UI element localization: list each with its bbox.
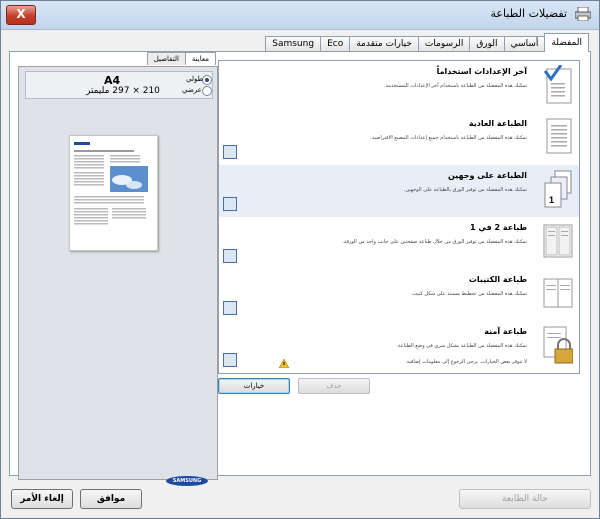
favorite-title: الطباعة على وجهين: [447, 171, 527, 180]
page-preview: [69, 135, 158, 251]
favorite-title: طباعة الكتيبات: [468, 275, 527, 284]
favorite-description: تمكنك هذه المفضلة من الطباعة باستخدام جم…: [370, 135, 527, 141]
favorite-item-normal[interactable]: الطباعة العادية تمكنك هذه المفضلة من الط…: [219, 113, 579, 165]
edit-icon[interactable]: [223, 197, 237, 211]
preview-box: A4 210 × 297 مليمتر طولي عرضي SAMSUNG: [18, 66, 218, 486]
favorite-description: تمكنك هذه المفضلة من توفير الورق من خلال…: [342, 239, 527, 245]
tab-samsung[interactable]: Samsung: [265, 36, 322, 52]
favorite-description: تمكنك هذه المفضلة من توفير الورق بالطباع…: [403, 187, 527, 193]
lock-icon: [543, 326, 573, 364]
tab-basic[interactable]: أساسي: [503, 36, 546, 52]
favorite-title: طباعة آمنة: [484, 327, 527, 336]
edit-icon[interactable]: [223, 353, 237, 367]
edit-icon[interactable]: [223, 249, 237, 263]
favorite-item-duplex[interactable]: الطباعة على وجهين تمكنك هذه المفضلة من ت…: [219, 165, 579, 217]
tab-advanced[interactable]: خيارات متقدمة: [349, 36, 419, 52]
favorite-title: طباعة 2 في 1: [470, 223, 527, 232]
tab-paper[interactable]: الورق: [469, 36, 505, 52]
tab-panel: معاينة التفاصيل A4 210 × 297 مليمتر طولي…: [9, 51, 591, 486]
favorite-item-last-used[interactable]: آخر الإعدادات استخداماً تمكنك هذه المفضل…: [219, 61, 579, 113]
favorites-list[interactable]: آخر الإعدادات استخداماً تمكنك هذه المفضل…: [218, 60, 580, 374]
document-check-icon: [543, 65, 572, 104]
warning-icon: [279, 359, 289, 368]
svg-text:1: 1: [549, 195, 554, 205]
favorite-item-secure[interactable]: طباعة آمنة تمكنك هذه المفضلة من الطباعة …: [219, 321, 579, 373]
delete-button[interactable]: حذف: [298, 378, 370, 394]
tab-eco[interactable]: Eco: [320, 36, 351, 52]
printer-icon: [575, 7, 591, 21]
favorite-title: الطباعة العادية: [468, 119, 527, 128]
printer-status-button[interactable]: حالة الطابعة: [459, 489, 591, 509]
favorite-description: تمكنك هذه المفضلة من تخطيط مستند على شكل…: [410, 291, 527, 297]
tab-favorites[interactable]: المفضلة: [544, 33, 589, 52]
landscape-radio[interactable]: [202, 86, 212, 96]
favorite-description: تمكنك هذه المفضلة من الطباعة بشكل سري في…: [396, 343, 527, 349]
warning-text: لا تتوفر بعض الخيارات. يرجى الرجوع إلى م…: [405, 359, 527, 365]
printing-preferences-window: X تفضيلات الطباعة المفضلة أساسي الورق ال…: [0, 0, 600, 519]
duplex-pages-icon: 3 2 1: [544, 170, 572, 208]
tab-preview[interactable]: معاينة: [184, 52, 216, 65]
tab-bar: المفضلة أساسي الورق الرسومات خيارات متقد…: [265, 33, 589, 52]
document-icon: [546, 118, 572, 154]
paper-size: 210 × 297 مليمتر: [86, 86, 160, 96]
options-button[interactable]: خيارات: [218, 378, 290, 394]
tab-details[interactable]: التفاصيل: [146, 52, 186, 65]
portrait-label: طولي: [186, 75, 204, 83]
favorite-item-2up[interactable]: طباعة 2 في 1 تمكنك هذه المفضلة من توفير …: [219, 217, 579, 269]
edit-icon[interactable]: [223, 145, 237, 159]
page-thumbnail-graphic: [74, 142, 148, 225]
edit-icon[interactable]: [223, 301, 237, 315]
favorite-item-booklet[interactable]: طباعة الكتيبات تمكنك هذه المفضلة من تخطي…: [219, 269, 579, 321]
landscape-label: عرضي: [182, 86, 202, 94]
title-bar: X تفضيلات الطباعة: [1, 1, 599, 30]
samsung-logo: SAMSUNG: [166, 476, 208, 486]
window-title: تفضيلات الطباعة: [490, 7, 567, 20]
ok-button[interactable]: موافق: [80, 489, 142, 509]
paper-info: A4 210 × 297 مليمتر طولي عرضي: [25, 71, 213, 99]
close-button[interactable]: X: [6, 5, 36, 25]
booklet-icon: [543, 278, 573, 308]
portrait-radio[interactable]: [202, 75, 212, 85]
favorite-description: تمكنك هذه المفضلة من الطباعة باستخدام آخ…: [384, 83, 527, 89]
preview-tabs: معاينة التفاصيل: [146, 52, 216, 65]
tab-graphics[interactable]: الرسومات: [417, 36, 471, 52]
two-in-one-icon: [543, 224, 573, 258]
favorite-title: آخر الإعدادات استخداماً: [436, 67, 527, 76]
cancel-button[interactable]: إلغاء الأمر: [11, 489, 73, 509]
preview-pane: معاينة التفاصيل A4 210 × 297 مليمتر طولي…: [18, 52, 218, 486]
